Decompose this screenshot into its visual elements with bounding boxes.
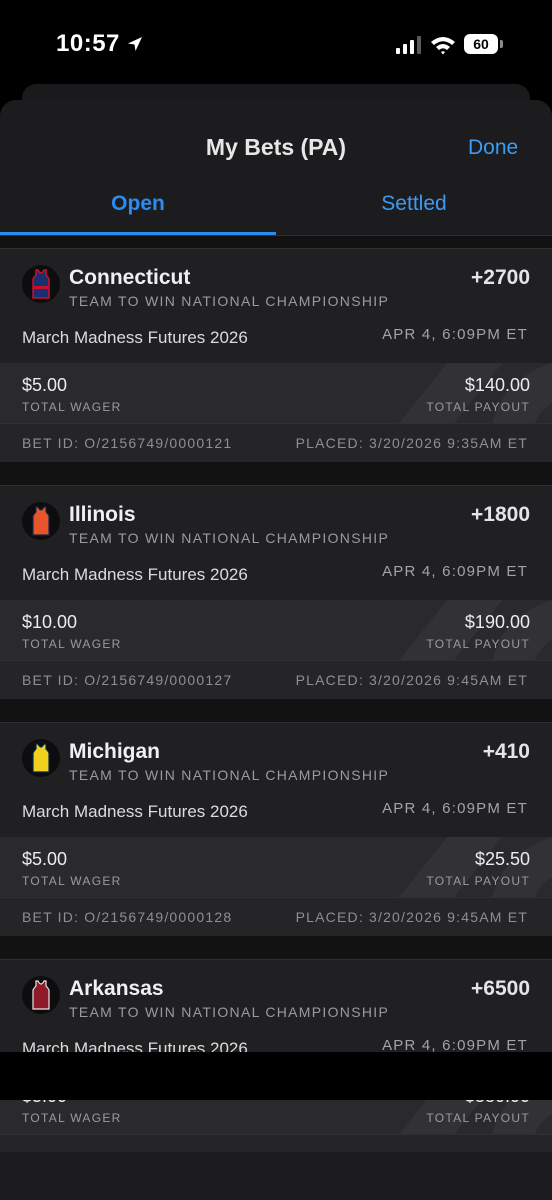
connecticut-jersey-icon	[32, 269, 50, 299]
team-name: Arkansas	[69, 977, 164, 1000]
placed-timestamp: PLACED: 3/20/2026 9:45AM ET	[295, 672, 528, 688]
total-wager-amount: $5.00	[22, 849, 68, 869]
bet-id-row: BET ID: O/2156749/0000127 PLACED: 3/20/2…	[0, 660, 552, 699]
event-time: APR 4, 6:09PM ET	[382, 563, 528, 580]
event-name: March Madness Futures 2026	[22, 565, 248, 584]
total-payout-amount: $190.00	[464, 612, 530, 632]
team-avatar	[22, 976, 60, 1014]
bet-id-row: BET ID: O/2156749/0000128 PLACED: 3/20/2…	[0, 897, 552, 936]
done-button[interactable]: Done	[468, 136, 518, 160]
bet-odds: +2700	[471, 266, 530, 289]
total-payout-amount: $25.50	[474, 849, 530, 869]
total-wager-label: TOTAL WAGER	[22, 874, 122, 888]
bet-odds: +6500	[471, 977, 530, 1000]
status-bar: 10:57 60	[0, 0, 552, 90]
total-payout-label: TOTAL PAYOUT	[426, 637, 530, 651]
bet-odds: +410	[482, 740, 530, 763]
event-time: APR 4, 6:09PM ET	[382, 326, 528, 343]
my-bets-sheet: My Bets (PA) Done Open Settled Connectic…	[0, 100, 552, 1200]
battery-icon: 60	[464, 34, 504, 56]
placed-timestamp: PLACED: 3/20/2026 9:35AM ET	[295, 435, 528, 451]
team-avatar	[22, 502, 60, 540]
arkansas-jersey-icon	[32, 980, 50, 1010]
team-name: Connecticut	[69, 266, 191, 289]
event-name: March Madness Futures 2026	[22, 802, 248, 821]
tab-settled[interactable]: Settled	[276, 192, 552, 216]
team-name: Michigan	[69, 740, 161, 763]
location-arrow-icon	[128, 37, 142, 51]
team-name: Illinois	[69, 503, 136, 526]
battery-level: 60	[473, 36, 489, 52]
wager-payout-row: $5.00 TOTAL WAGER $140.00 TOTAL PAYOUT	[0, 363, 552, 423]
bet-id: BET ID: O/2156749/0000121	[22, 435, 233, 451]
placed-timestamp: PLACED: 3/20/2026 9:45AM ET	[295, 909, 528, 925]
total-payout-amount: $140.00	[464, 375, 530, 395]
bet-card[interactable]: Connecticut +2700 TEAM TO WIN NATIONAL C…	[0, 248, 552, 462]
cellular-signal-icon	[396, 36, 421, 54]
bottom-safe-area	[0, 1052, 552, 1100]
bet-card[interactable]: Michigan +410 TEAM TO WIN NATIONAL CHAMP…	[0, 722, 552, 936]
total-wager-amount: $5.00	[22, 375, 68, 395]
bet-id-row	[0, 1134, 552, 1152]
total-wager-label: TOTAL WAGER	[22, 1111, 122, 1125]
market-name: TEAM TO WIN NATIONAL CHAMPIONSHIP	[69, 1004, 390, 1020]
team-avatar	[22, 265, 60, 303]
bet-id: BET ID: O/2156749/0000127	[22, 672, 233, 688]
total-wager-label: TOTAL WAGER	[22, 400, 122, 414]
bet-card[interactable]: Illinois +1800 TEAM TO WIN NATIONAL CHAM…	[0, 485, 552, 699]
bet-odds: +1800	[471, 503, 530, 526]
wager-payout-row: $5.00 TOTAL WAGER $25.50 TOTAL PAYOUT	[0, 837, 552, 897]
event-name: March Madness Futures 2026	[22, 328, 248, 347]
status-time: 10:57	[56, 30, 120, 57]
bet-id: BET ID: O/2156749/0000128	[22, 909, 233, 925]
total-payout-label: TOTAL PAYOUT	[426, 400, 530, 414]
wager-payout-row: $10.00 TOTAL WAGER $190.00 TOTAL PAYOUT	[0, 600, 552, 660]
market-name: TEAM TO WIN NATIONAL CHAMPIONSHIP	[69, 530, 390, 546]
wifi-icon	[431, 37, 455, 55]
market-name: TEAM TO WIN NATIONAL CHAMPIONSHIP	[69, 767, 390, 783]
total-payout-label: TOTAL PAYOUT	[426, 874, 530, 888]
illinois-jersey-icon	[32, 506, 50, 536]
team-avatar	[22, 739, 60, 777]
bet-id-row: BET ID: O/2156749/0000121 PLACED: 3/20/2…	[0, 423, 552, 462]
tab-open[interactable]: Open	[0, 192, 276, 216]
michigan-jersey-icon	[32, 743, 50, 773]
bets-list[interactable]: Connecticut +2700 TEAM TO WIN NATIONAL C…	[0, 236, 552, 1152]
market-name: TEAM TO WIN NATIONAL CHAMPIONSHIP	[69, 293, 390, 309]
total-wager-amount: $10.00	[22, 612, 78, 632]
total-payout-label: TOTAL PAYOUT	[426, 1111, 530, 1125]
total-wager-label: TOTAL WAGER	[22, 637, 122, 651]
event-time: APR 4, 6:09PM ET	[382, 800, 528, 817]
